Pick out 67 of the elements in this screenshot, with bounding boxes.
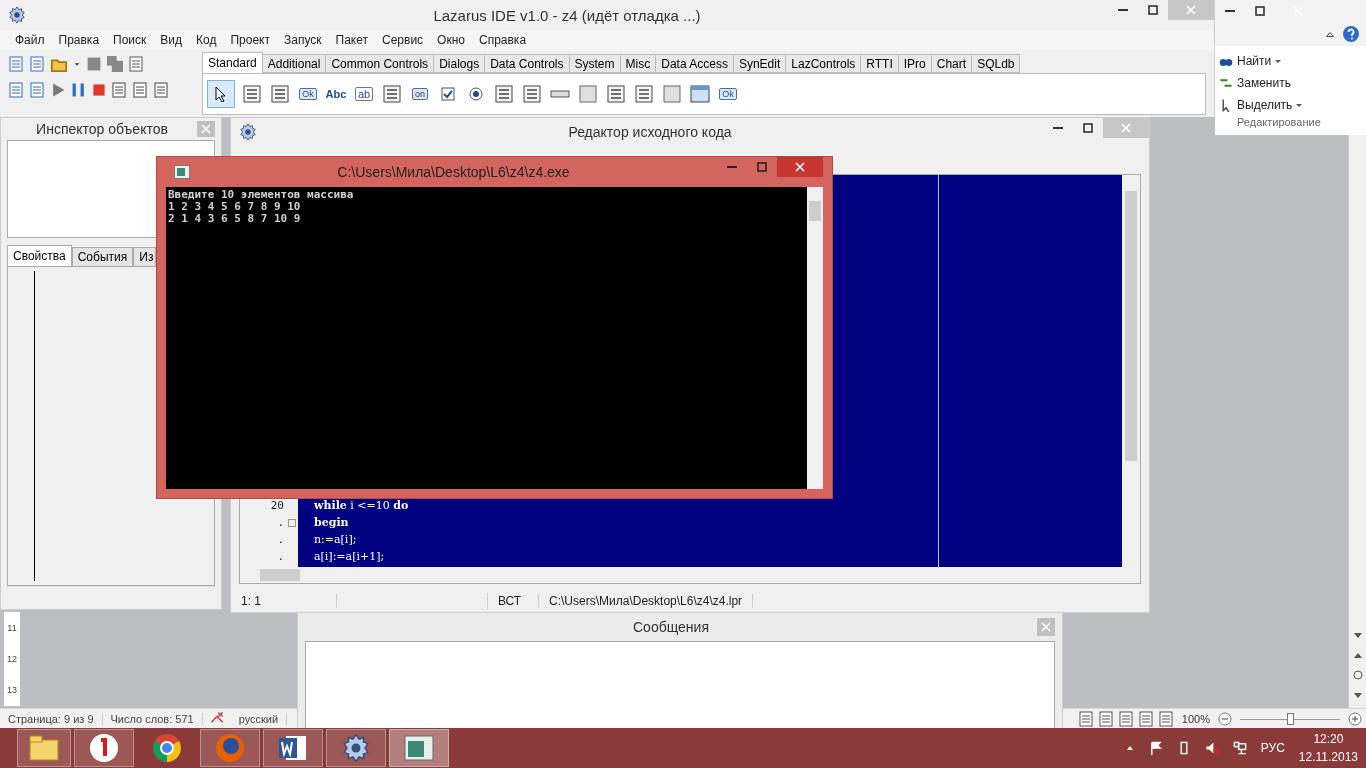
ribbon-button[interactable]: Заменить (1215, 72, 1366, 94)
menu-item[interactable]: Проект (223, 33, 277, 47)
code-line: while i <=10 do (314, 498, 410, 514)
language-label: русский (230, 713, 288, 725)
menu-item[interactable]: Окно (430, 33, 472, 47)
ribbon-button[interactable]: Найти (1215, 50, 1366, 72)
line-number: . (277, 516, 284, 529)
toggle-icon: on (412, 88, 428, 100)
button-icon: Ok (299, 88, 317, 100)
tab[interactable]: RTTI (860, 54, 899, 73)
menu-item[interactable]: Сервис (375, 33, 431, 47)
palette-item[interactable]: Abc (325, 83, 347, 105)
code-line: n:=a[i]; (314, 532, 358, 548)
tab[interactable]: SynEdit (732, 54, 787, 73)
window-title: Редактор исходного кода (567, 124, 733, 140)
palette-item[interactable]: Ok (717, 83, 739, 105)
tab[interactable]: События (71, 247, 134, 266)
window-title: Инспектор объектов (35, 121, 169, 137)
console-line: 1 2 3 4 5 6 7 8 9 10 (168, 201, 302, 213)
menu-item[interactable]: Правка (51, 33, 107, 47)
cursor-position: 1: 1 (231, 594, 337, 608)
insert-mode: ВСТ (488, 594, 539, 608)
clock[interactable]: 12:20 12.11.2013 (1298, 730, 1358, 766)
line-number: 20 (270, 499, 284, 512)
line-number: . (277, 533, 284, 546)
page-count: Страница: 9 из 9 (0, 713, 103, 725)
menu-item[interactable]: Вид (153, 33, 190, 47)
tab[interactable]: SQLdb (971, 54, 1021, 73)
tab[interactable]: Common Controls (325, 54, 435, 73)
tab[interactable]: LazControls (785, 54, 862, 73)
menu-item[interactable]: Запуск (277, 33, 329, 47)
menu-item[interactable]: Пакет (328, 33, 375, 47)
tab[interactable]: Standard (202, 52, 263, 73)
ribbon-button[interactable]: Выделить (1215, 94, 1366, 116)
tab[interactable]: IPro (897, 54, 932, 73)
ruler-number: 13 (7, 685, 17, 696)
tab[interactable]: Additional (261, 54, 327, 73)
ruler-number: 11 (7, 622, 17, 633)
zoom-level: 100% (1181, 713, 1210, 725)
tab[interactable]: Из (133, 247, 157, 266)
word-count: Число слов: 571 (102, 713, 203, 725)
menu-item[interactable]: Справка (472, 33, 534, 47)
file-path: C:\Users\Мила\Desktop\L6\z4\z4.lpr (539, 594, 754, 608)
tab[interactable]: Data Controls (484, 54, 570, 73)
window-title: Lazarus IDE v1.0 - z4 (идёт отладка ...) (432, 6, 702, 24)
menu-item[interactable]: Код (189, 33, 224, 47)
menu-item[interactable]: Файл (8, 33, 52, 47)
group-label: Редактирование (1236, 116, 1322, 128)
tab[interactable]: Data Access (655, 54, 734, 73)
palette-item[interactable]: on (409, 83, 431, 105)
window-title: C:\Users\Мила\Desktop\L6\z4\z4.exe (336, 164, 571, 180)
console-line: Введите 10 элементов массива (168, 189, 355, 201)
tab[interactable]: Chart (930, 54, 973, 73)
window-title: Сообщения (632, 619, 710, 635)
tab[interactable]: System (568, 54, 621, 73)
keyboard-language[interactable]: РУС (1260, 741, 1285, 755)
button-icon: Ok (719, 88, 737, 100)
line-number: . (277, 550, 284, 563)
tab[interactable]: Свойства (7, 245, 72, 266)
ruler-number: 12 (7, 654, 17, 664)
code-line: begin (314, 515, 350, 531)
code-line: a[i]:=a[i+1]; (314, 549, 386, 565)
label-icon: Abc (323, 88, 349, 100)
menu-item[interactable]: Поиск (106, 33, 154, 47)
tab[interactable]: Dialogs (433, 54, 486, 73)
console-line: 2 1 4 3 6 5 8 7 10 9 (168, 213, 302, 225)
palette-item[interactable]: Ok (297, 83, 319, 105)
